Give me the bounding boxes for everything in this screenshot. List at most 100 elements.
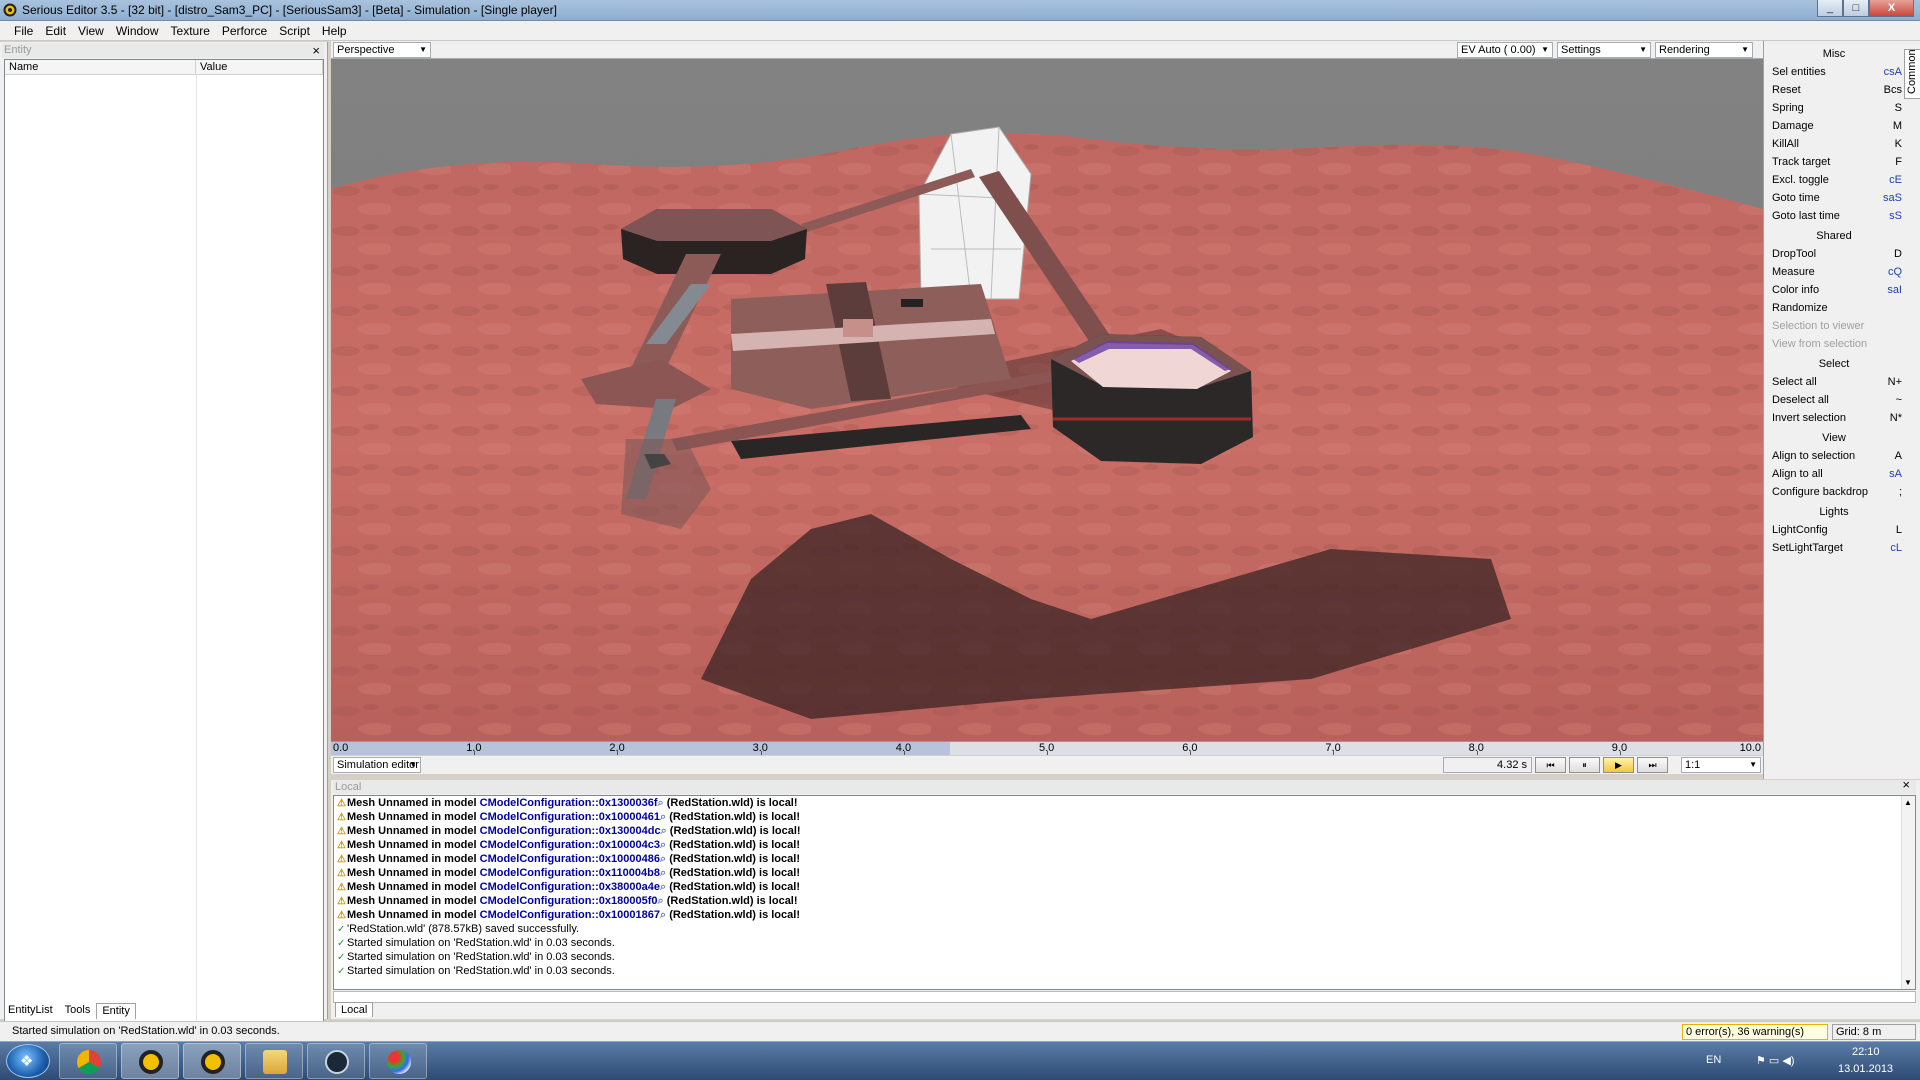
log-close-icon[interactable]: ×: [1902, 778, 1910, 792]
tool-excl-toggle[interactable]: Excl. toggle cE: [1766, 171, 1902, 189]
tool-track-target[interactable]: Track target F: [1766, 153, 1902, 171]
chevron-down-icon: ▼: [419, 45, 427, 54]
log-link[interactable]: CModelConfiguration::0x10000461: [480, 811, 660, 823]
pause-button[interactable]: ⏸: [1569, 757, 1600, 773]
timeline-tick: [1047, 751, 1048, 755]
tool-configure-backdrop[interactable]: Configure backdrop;: [1766, 483, 1902, 501]
tab-entitylist[interactable]: EntityList: [2, 1002, 59, 1019]
column-header-name[interactable]: Name: [5, 60, 196, 75]
tool-measure[interactable]: Measure cQ: [1766, 263, 1902, 281]
tab-common-label: Common: [1906, 49, 1918, 94]
start-button[interactable]: ❖: [6, 1044, 50, 1078]
tools-list: Misc Sel entities csA Reset Bcs Spring S Damage…: [1766, 43, 1902, 557]
menu-view[interactable]: View: [72, 24, 110, 38]
tool-select-all[interactable]: Select all N+: [1766, 373, 1902, 391]
tab-local[interactable]: Local: [335, 1002, 374, 1017]
exposure-select[interactable]: EV Auto ( 0.00) ▼: [1457, 42, 1553, 58]
tool-deselect-all[interactable]: Deselect all ~: [1766, 391, 1902, 409]
shortcut-key: D: [1894, 248, 1902, 260]
menu-texture[interactable]: Texture: [165, 24, 216, 38]
menu-file[interactable]: File: [8, 24, 39, 38]
property-grid[interactable]: Name Value: [4, 59, 324, 1026]
menu-script[interactable]: Script: [273, 24, 316, 38]
log-text: (RedStation.wld) is local!: [663, 895, 798, 907]
log-line: ⚠Mesh Unnamed in model CModelConfigurati…: [334, 866, 1915, 880]
output-log-panel: Local × ⚠Mesh Unnamed in model CModelCon…: [331, 778, 1920, 1019]
scene-render[interactable]: [331, 59, 1763, 741]
tool-damage[interactable]: Damage M: [1766, 117, 1902, 135]
log-link[interactable]: CModelConfiguration::0x180005f0: [480, 895, 658, 907]
tool-label: View from selection: [1772, 338, 1868, 350]
tool-killall[interactable]: KillAll K: [1766, 135, 1902, 153]
log-link[interactable]: CModelConfiguration::0x1300036f: [480, 797, 658, 809]
menu-help[interactable]: Help: [316, 24, 353, 38]
tool-color-info[interactable]: Color info saI: [1766, 281, 1902, 299]
exposure-value: EV Auto ( 0.00): [1461, 44, 1536, 56]
3d-viewport[interactable]: [331, 59, 1763, 741]
clock-time[interactable]: 22:10: [1852, 1046, 1880, 1058]
scroll-down-icon[interactable]: ▼: [1904, 978, 1912, 987]
tool-invert-selection[interactable]: Invert selection N*: [1766, 409, 1902, 427]
taskbar-serious-editor-1[interactable]: [121, 1043, 179, 1079]
tool-spring[interactable]: Spring S: [1766, 99, 1902, 117]
shortcut-key: saI: [1887, 284, 1902, 296]
log-vertical-scrollbar[interactable]: ▲ ▼: [1901, 796, 1915, 989]
log-link[interactable]: CModelConfiguration::0x10001867: [480, 909, 660, 921]
warning-count[interactable]: 0 error(s), 36 warning(s): [1682, 1024, 1828, 1040]
tab-common[interactable]: Common: [1904, 49, 1920, 99]
taskbar-chrome[interactable]: [59, 1043, 117, 1079]
minimize-button[interactable]: _: [1817, 0, 1843, 17]
menu-perforce[interactable]: Perforce: [216, 24, 273, 38]
log-link[interactable]: CModelConfiguration::0x110004b8: [480, 867, 660, 879]
language-indicator[interactable]: EN: [1706, 1054, 1721, 1066]
tool-align-to-all[interactable]: Align to all sA: [1766, 465, 1902, 483]
log-link[interactable]: CModelConfiguration::0x10000486: [480, 853, 660, 865]
tool-setlighttarget[interactable]: SetLightTarget cL: [1766, 539, 1902, 557]
maximize-button[interactable]: □: [1843, 0, 1869, 17]
log-line: ✓ Started simulation on 'RedStation.wld' …: [334, 936, 1915, 950]
log-link[interactable]: CModelConfiguration::0x100004c3: [480, 839, 660, 851]
command-input[interactable]: [333, 991, 1916, 1003]
column-header-value[interactable]: Value: [196, 60, 323, 75]
tool-droptool[interactable]: DropTool D: [1766, 245, 1902, 263]
left-platform-top[interactable]: [621, 209, 807, 241]
tab-tools[interactable]: Tools: [59, 1002, 97, 1019]
log-title: Local: [335, 781, 362, 793]
play-button[interactable]: ▶: [1603, 757, 1634, 773]
tab-entity[interactable]: Entity: [96, 1003, 136, 1019]
tool-sel-entities[interactable]: Sel entities csA: [1766, 63, 1902, 81]
menu-window[interactable]: Window: [110, 24, 165, 38]
clock-date[interactable]: 13.01.2013: [1838, 1063, 1893, 1075]
log-link[interactable]: CModelConfiguration::0x38000a4e: [480, 881, 660, 893]
timeline[interactable]: 0.0 1.0 2.0 3.0 4.0 5.0 6.0 7.0 8.0 9.0 …: [331, 741, 1763, 755]
taskbar-steam[interactable]: [307, 1043, 365, 1079]
speed-ratio-select[interactable]: 1:1 ▼: [1681, 757, 1761, 773]
tool-randomize[interactable]: Randomize: [1766, 299, 1902, 317]
log-output[interactable]: ⚠Mesh Unnamed in model CModelConfigurati…: [333, 795, 1916, 990]
entity-panel-close-icon[interactable]: ×: [312, 43, 320, 58]
close-button[interactable]: X: [1869, 0, 1914, 17]
rendering-select[interactable]: Rendering ▼: [1655, 42, 1753, 58]
log-text: Mesh Unnamed in model: [347, 797, 480, 809]
taskbar-paint[interactable]: [369, 1043, 427, 1079]
scroll-up-icon[interactable]: ▲: [1904, 798, 1912, 807]
tool-lightconfig[interactable]: LightConfig L: [1766, 521, 1902, 539]
taskbar-explorer[interactable]: [245, 1043, 303, 1079]
tray-icons[interactable]: ⚑ ▭ ◀): [1756, 1054, 1795, 1067]
tool-align-to-selection[interactable]: Align to selection A: [1766, 447, 1902, 465]
step-forward-button[interactable]: ⏭: [1637, 757, 1668, 773]
rewind-button[interactable]: ⏮: [1535, 757, 1566, 773]
menu-edit[interactable]: Edit: [39, 24, 72, 38]
sim-mode-select[interactable]: Simulation editor ▼: [333, 757, 421, 773]
shortcut-key: cL: [1890, 542, 1902, 554]
tool-goto-time[interactable]: Goto time saS: [1766, 189, 1902, 207]
view-mode-select[interactable]: Perspective ▼: [333, 42, 431, 58]
taskbar-serious-editor-2[interactable]: [183, 1043, 241, 1079]
log-link[interactable]: CModelConfiguration::0x130004dc: [480, 825, 661, 837]
tool-reset[interactable]: Reset Bcs: [1766, 81, 1902, 99]
sim-mode-value: Simulation editor: [337, 759, 419, 771]
log-text: Mesh Unnamed in model: [347, 881, 480, 893]
settings-select[interactable]: Settings ▼: [1557, 42, 1651, 58]
log-text: Started simulation on 'RedStation.wld' i…: [347, 965, 615, 977]
tool-goto-last-time[interactable]: Goto last time sS: [1766, 207, 1902, 225]
